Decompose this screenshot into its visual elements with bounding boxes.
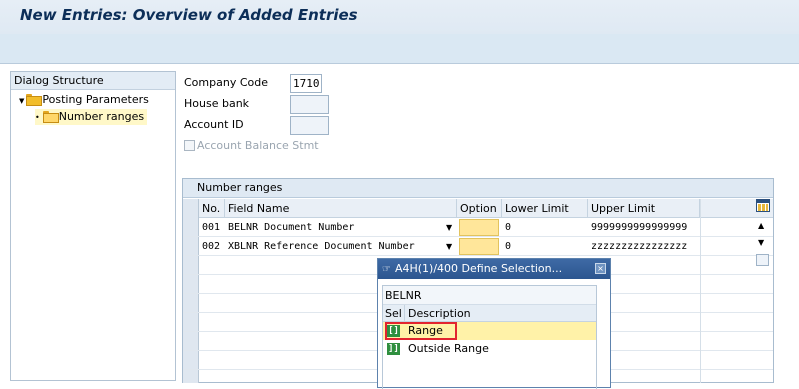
cell-field-name: XBLNR Reference Document Number — [228, 241, 415, 252]
popup-title-bar[interactable]: ☞ A4H(1)/400 Define Selection... — [378, 259, 610, 279]
dropdown-arrow-icon[interactable]: ▼ — [446, 218, 452, 237]
col-no[interactable]: No. — [199, 199, 225, 218]
window-icon: ☞ — [382, 264, 391, 275]
col-upper-limit[interactable]: Upper Limit — [588, 199, 700, 218]
table-title: Number ranges — [183, 179, 773, 198]
col-field-name[interactable]: Field Name — [225, 199, 457, 218]
table-header: No. Field Name Option Lower Limit Upper … — [183, 199, 773, 218]
tree-item-label: Number ranges — [58, 110, 145, 123]
cell-field-name: BELNR Document Number — [228, 222, 355, 233]
company-code-field[interactable]: 1710 — [290, 74, 322, 93]
popup-title: A4H(1)/400 Define Selection... — [394, 262, 563, 275]
open-folder-icon — [42, 111, 59, 123]
col-sel: Sel — [385, 307, 402, 320]
house-bank-label: House bank — [184, 97, 250, 110]
header-divider — [404, 305, 405, 321]
title-bar: New Entries: Overview of Added Entries — [0, 0, 799, 34]
page-title: New Entries: Overview of Added Entries — [20, 6, 358, 24]
expand-triangle-icon[interactable]: ▼ — [19, 97, 24, 105]
cell-no: 001 — [202, 222, 221, 233]
col-option[interactable]: Option — [457, 199, 502, 218]
account-balance-label: Account Balance Stmt — [197, 139, 319, 152]
cell-lower-limit[interactable]: 0 — [502, 237, 588, 256]
bullet-icon: • — [35, 113, 40, 122]
option-field[interactable] — [459, 219, 499, 236]
option-outside-range[interactable]: ]] Outside Range — [383, 340, 596, 358]
table-row[interactable]: 002 XBLNR Reference Document Number ▼ 0 … — [183, 237, 773, 256]
cell-upper-limit[interactable]: 9999999999999999 — [588, 218, 700, 237]
column-divider — [700, 199, 701, 383]
tree-item-number-ranges[interactable]: • Number ranges — [35, 109, 148, 125]
account-balance-checkbox — [184, 140, 195, 151]
dialog-structure-heading: Dialog Structure — [11, 72, 175, 90]
close-icon[interactable]: × — [595, 263, 606, 274]
table-settings-icon[interactable] — [756, 199, 770, 212]
folder-icon — [26, 94, 43, 106]
selection-list-header: Sel Description — [383, 305, 596, 322]
col-lower-limit[interactable]: Lower Limit — [502, 199, 588, 218]
table-row[interactable]: 001 BELNR Document Number ▼ 0 9999999999… — [183, 218, 773, 237]
toolbar — [0, 34, 799, 64]
account-id-field[interactable] — [290, 116, 329, 135]
select-all-header[interactable] — [183, 199, 199, 218]
highlight-box — [385, 322, 457, 340]
account-balance-checkbox-row: Account Balance Stmt — [184, 138, 319, 154]
option-range[interactable]: [] Range — [383, 322, 596, 340]
dropdown-arrow-icon[interactable]: ▼ — [446, 237, 452, 256]
dialog-structure-pane: Dialog Structure ▼ Posting Parameters • Nu… — [10, 71, 176, 381]
outside-range-icon: ]] — [387, 343, 400, 355]
scrollbar-thumb[interactable] — [756, 254, 769, 266]
company-code-label: Company Code — [184, 76, 268, 89]
define-selection-popup: ☞ A4H(1)/400 Define Selection... × BELNR … — [377, 258, 611, 389]
tree-item-posting-parameters[interactable]: ▼ Posting Parameters — [19, 92, 149, 108]
scroll-down-icon[interactable]: ▼ — [758, 238, 764, 247]
col-description: Description — [408, 307, 471, 320]
option-field[interactable] — [459, 238, 499, 255]
cell-upper-limit[interactable]: zzzzzzzzzzzzzzzz — [588, 237, 700, 256]
cell-no: 002 — [202, 241, 221, 252]
selection-list: BELNR Sel Description [] Range ]] Outsid… — [382, 285, 597, 389]
popup-field-name: BELNR — [383, 286, 596, 305]
cell-lower-limit[interactable]: 0 — [502, 218, 588, 237]
scroll-up-icon[interactable]: ▲ — [758, 221, 764, 230]
house-bank-field[interactable] — [290, 95, 329, 114]
account-id-label: Account ID — [184, 118, 244, 131]
tree-item-label: Posting Parameters — [42, 93, 149, 106]
option-label: Outside Range — [408, 342, 489, 355]
